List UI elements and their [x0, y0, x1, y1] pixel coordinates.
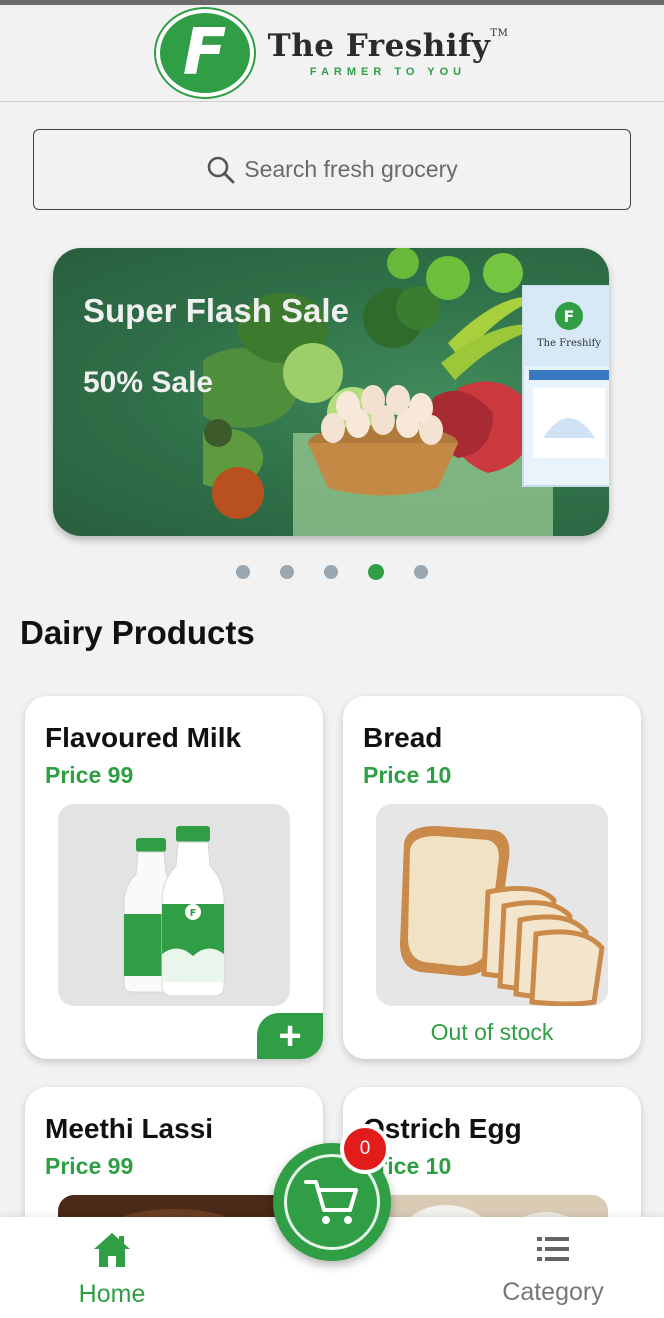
brand-text: The FreshifyTM FARMER TO YOU	[268, 28, 509, 78]
product-price: Price 99	[45, 1153, 134, 1179]
banner-title: Super Flash Sale	[83, 292, 349, 329]
section-title: Dairy Products	[20, 614, 255, 651]
carousel-dot[interactable]	[236, 565, 250, 579]
nav-home[interactable]: Home	[70, 1231, 154, 1309]
list-icon	[537, 1237, 569, 1261]
trademark: TM	[490, 28, 509, 39]
out-of-stock-label: Out of stock	[430, 1019, 554, 1045]
product-name: Bread	[363, 722, 443, 753]
cart-count-badge: 0	[340, 1124, 390, 1174]
home-icon	[94, 1233, 130, 1267]
brand-name: The FreshifyTM	[268, 28, 509, 64]
product-card-flavoured-milk[interactable]: Flavoured Milk Price 99 F +	[25, 696, 323, 1059]
nav-category[interactable]: Category	[496, 1231, 610, 1307]
carousel-dot-active[interactable]	[368, 564, 384, 580]
add-to-cart-button[interactable]: +	[257, 1013, 323, 1059]
carousel-dot[interactable]	[324, 565, 338, 579]
app-header: F The FreshifyTM FARMER TO YOU	[0, 5, 664, 102]
product-image	[376, 804, 608, 1006]
brand-tagline: FARMER TO YOU	[309, 66, 467, 78]
product-image: F	[58, 804, 290, 1006]
product-name: Meethi Lassi	[45, 1113, 214, 1144]
brand-name-text: The Freshify	[267, 28, 491, 64]
carousel-indicators	[0, 564, 664, 580]
cart-icon	[304, 1180, 358, 1224]
search-bar[interactable]: Search fresh grocery	[33, 129, 631, 210]
promo-banner[interactable]: F The Freshify Super Flash Sale 50% Sale	[53, 248, 609, 536]
product-price: Price 99	[45, 762, 134, 788]
svg-text:F: F	[190, 908, 197, 919]
carousel-dot[interactable]	[280, 565, 294, 579]
nav-home-label: Home	[78, 1280, 146, 1308]
search-icon	[207, 156, 235, 183]
banner-subtitle: 50% Sale	[83, 366, 214, 399]
svg-text:F: F	[564, 307, 575, 326]
product-price: Price 10	[363, 762, 452, 788]
product-name: Flavoured Milk	[45, 722, 242, 753]
pack-brand-label: The Freshify	[537, 338, 601, 349]
carousel-dot[interactable]	[414, 565, 428, 579]
brand-logo: F	[155, 9, 254, 97]
nav-category-label: Category	[502, 1278, 604, 1306]
search-input[interactable]: Search fresh grocery	[244, 156, 457, 183]
product-card-bread[interactable]: Bread Price 10 Out of stock	[343, 696, 641, 1059]
logo-letter: F	[182, 16, 227, 90]
